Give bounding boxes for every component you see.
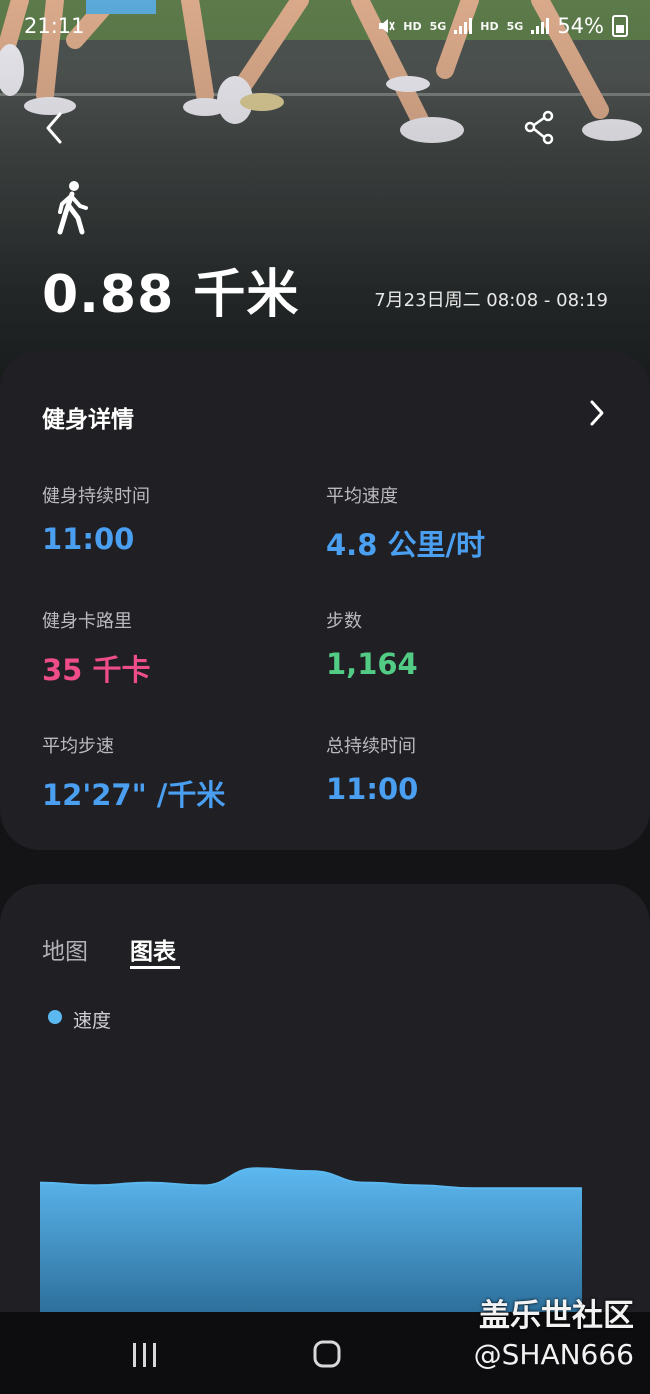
metric-label: 健身持续时间 <box>42 486 150 507</box>
metric-average-speed: 平均速度 4.8 公里/时 <box>326 482 606 564</box>
watermark-user: @SHAN666 <box>473 1338 634 1371</box>
back-icon[interactable] <box>38 108 78 148</box>
speed-area-chart <box>39 1167 582 1314</box>
metric-label: 总持续时间 <box>326 736 416 757</box>
date-range: 7月23日周二 08:08 - 08:19 <box>374 290 608 311</box>
metric-value: 11:00 <box>42 522 135 556</box>
metric-label: 健身卡路里 <box>42 611 132 632</box>
tab-map[interactable]: 地图 <box>42 932 88 966</box>
signal-icon-2 <box>531 18 550 34</box>
metric-average-pace: 平均步速 12'27" /千米 <box>42 732 322 814</box>
network-label-3: HD <box>480 19 499 33</box>
metric-label: 步数 <box>326 611 362 632</box>
recent-apps-icon[interactable] <box>130 1342 160 1368</box>
home-icon[interactable] <box>313 1340 341 1368</box>
tab-chart[interactable]: 图表 <box>130 932 176 966</box>
network-label-1: HD <box>403 19 422 33</box>
tab-chart-underline <box>130 966 180 969</box>
metric-label: 平均步速 <box>42 736 114 757</box>
distance-value: 0.88 千米 <box>42 265 300 325</box>
network-label-4: 5G <box>506 19 524 33</box>
battery-percent: 54% <box>557 14 604 38</box>
metric-calories: 健身卡路里 35 千卡 <box>42 607 322 689</box>
metric-value: 1,164 <box>326 647 418 681</box>
metric-value: 35 千卡 <box>42 653 151 687</box>
network-label-2: 5G <box>429 19 447 33</box>
metric-value: 12'27" /千米 <box>42 778 226 812</box>
legend-dot <box>48 1010 62 1024</box>
chevron-right-icon[interactable] <box>582 398 612 428</box>
battery-icon <box>612 15 628 37</box>
metric-workout-duration: 健身持续时间 11:00 <box>42 482 322 556</box>
details-title: 健身详情 <box>42 407 134 433</box>
share-icon[interactable] <box>520 108 560 148</box>
watermark-community: 盖乐世社区 <box>479 1298 634 1334</box>
signal-icon <box>454 18 473 34</box>
metric-value: 4.8 公里/时 <box>326 528 486 562</box>
status-time: 21:11 <box>24 14 85 38</box>
status-icons: HD 5G HD 5G 54% <box>377 14 628 38</box>
mute-icon <box>379 19 395 33</box>
status-bar: 21:11 HD 5G HD 5G 54% <box>0 14 650 44</box>
metric-label: 平均速度 <box>326 486 398 507</box>
metric-value: 11:00 <box>326 772 419 806</box>
legend-label: 速度 <box>73 1010 112 1032</box>
metric-total-duration: 总持续时间 11:00 <box>326 732 606 806</box>
walking-icon <box>57 181 88 235</box>
metric-steps: 步数 1,164 <box>326 607 606 681</box>
workout-details-card: 健身详情 健身持续时间 11:00 平均速度 4.8 公里/时 健身卡路里 35… <box>0 350 650 850</box>
